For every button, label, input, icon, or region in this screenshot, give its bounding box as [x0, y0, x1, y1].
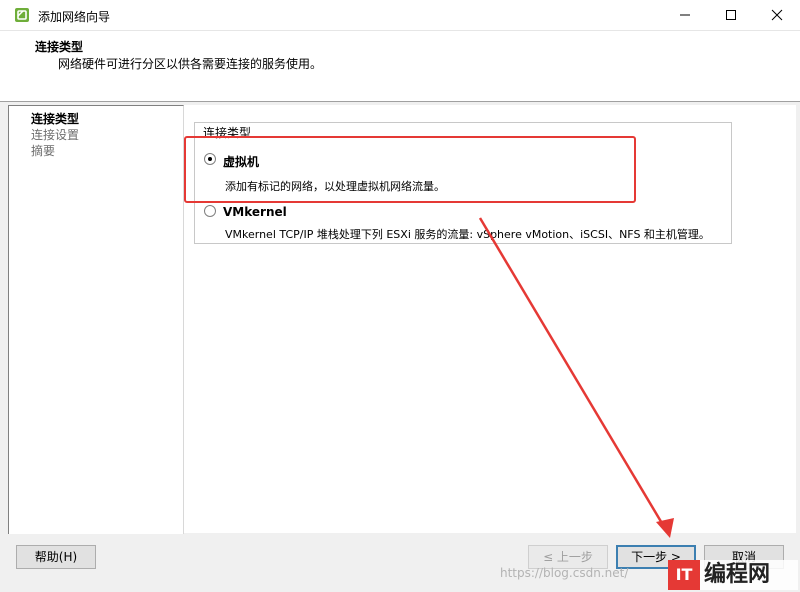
wizard-body: 连接类型 连接设置 摘要 连接类型 虚拟机 添加有标记的网络，以处理虚拟机网络流…	[0, 102, 800, 537]
wizard-header: 连接类型 网络硬件可进行分区以供各需要连接的服务使用。	[0, 31, 800, 102]
step-connection-type: 连接类型	[31, 112, 80, 126]
steps-pane: 连接类型 连接设置 摘要	[8, 105, 184, 534]
maximize-button[interactable]	[708, 0, 754, 30]
close-icon	[771, 9, 783, 21]
close-button[interactable]	[754, 0, 800, 30]
watermark-logo: IT 编程网	[668, 560, 798, 590]
content-pane: 连接类型 虚拟机 添加有标记的网络，以处理虚拟机网络流量。 VMkernel V…	[184, 105, 796, 533]
title-bar: 添加网络向导	[0, 0, 800, 31]
vmkernel-option-description: VMkernel TCP/IP 堆栈处理下列 ESXi 服务的流量: vSphe…	[225, 228, 710, 241]
maximize-icon	[726, 10, 736, 20]
minimize-icon	[680, 14, 690, 16]
watermark-logo-icon: IT	[668, 560, 700, 590]
watermark-url: https://blog.csdn.net/	[500, 566, 629, 580]
step-summary: 摘要	[31, 144, 56, 158]
vsphere-app-icon	[14, 7, 30, 23]
watermark-logo-text: 编程网	[704, 562, 771, 587]
window-title: 添加网络向导	[38, 10, 111, 24]
page-title: 连接类型	[35, 40, 84, 54]
vmkernel-option-label[interactable]: VMkernel	[223, 205, 287, 219]
annotation-highlight-box	[184, 136, 636, 203]
minimize-button[interactable]	[662, 0, 708, 30]
page-subtitle: 网络硬件可进行分区以供各需要连接的服务使用。	[58, 57, 323, 71]
step-connection-settings: 连接设置	[31, 128, 80, 142]
help-button[interactable]: 帮助(H)	[16, 545, 96, 569]
vmkernel-radio[interactable]	[204, 205, 216, 217]
